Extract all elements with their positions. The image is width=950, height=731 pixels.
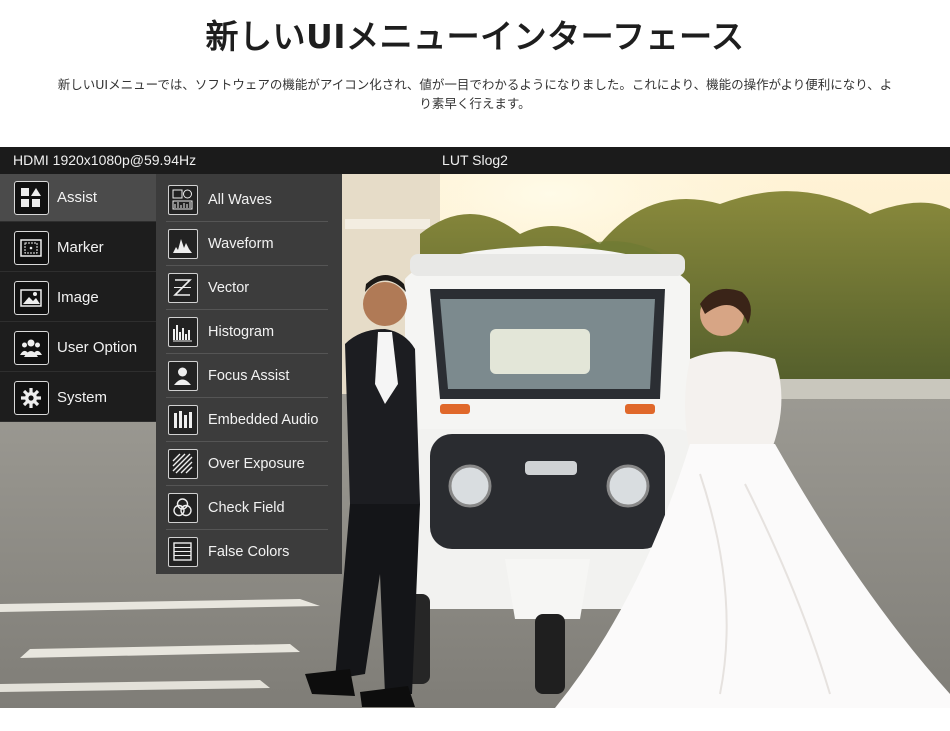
menu-item-label: Image	[57, 289, 99, 306]
focus-assist-icon	[168, 361, 198, 391]
menu-item-assist[interactable]: Assist	[0, 174, 156, 222]
false-colors-icon	[168, 537, 198, 567]
submenu-item-vector[interactable]: Vector	[156, 266, 342, 310]
menu-item-label: Marker	[57, 239, 104, 256]
submenu-item-false-colors[interactable]: False Colors	[156, 530, 342, 574]
submenu-item-all-waves[interactable]: All Waves	[156, 178, 342, 222]
monitor-screen: HDMI 1920x1080p@59.94Hz LUT Slog2 Assist…	[0, 147, 950, 708]
submenu-item-label: Focus Assist	[208, 368, 290, 384]
assist-submenu: All Waves Waveform Vector Histogram Focu…	[156, 174, 342, 574]
marker-icon	[14, 231, 49, 265]
submenu-item-label: Histogram	[208, 324, 275, 340]
submenu-item-label: Check Field	[208, 500, 285, 516]
lut-status: LUT Slog2	[442, 152, 508, 168]
description-line-2: り素早く行えます。	[419, 96, 531, 111]
main-menu: Assist Marker Image User Option System	[0, 174, 156, 422]
submenu-item-focus-assist[interactable]: Focus Assist	[156, 354, 342, 398]
menu-item-user-option[interactable]: User Option	[0, 324, 156, 372]
waveform-icon	[168, 229, 198, 259]
status-bar: HDMI 1920x1080p@59.94Hz LUT Slog2	[0, 147, 950, 174]
menu-item-system[interactable]: System	[0, 374, 156, 422]
histogram-icon	[168, 317, 198, 347]
page-title: 新しいUIメニューインターフェース	[205, 17, 745, 56]
menu-item-marker[interactable]: Marker	[0, 224, 156, 272]
submenu-item-label: Waveform	[208, 236, 274, 252]
submenu-item-embedded-audio[interactable]: Embedded Audio	[156, 398, 342, 442]
submenu-item-histogram[interactable]: Histogram	[156, 310, 342, 354]
assist-icon	[14, 181, 49, 215]
over-exposure-icon	[168, 449, 198, 479]
submenu-item-label: False Colors	[208, 544, 290, 560]
submenu-item-check-field[interactable]: Check Field	[156, 486, 342, 530]
page-description: 新しいUIメニューでは、ソフトウェアの機能がアイコン化され、値が一目でわかるよう…	[0, 75, 950, 113]
menu-item-label: Assist	[57, 189, 98, 206]
all-waves-icon	[168, 185, 198, 215]
submenu-item-label: All Waves	[208, 192, 272, 208]
submenu-item-label: Embedded Audio	[208, 412, 319, 428]
submenu-item-over-exposure[interactable]: Over Exposure	[156, 442, 342, 486]
submenu-item-label: Vector	[208, 280, 250, 296]
menu-item-label: System	[57, 389, 108, 406]
user-option-icon	[14, 331, 49, 365]
image-icon	[14, 281, 49, 315]
submenu-item-label: Over Exposure	[208, 456, 305, 472]
menu-item-image[interactable]: Image	[0, 274, 156, 322]
description-line-1: 新しいUIメニューでは、ソフトウェアの機能がアイコン化され、値が一目でわかるよう…	[57, 77, 893, 92]
menu-item-label: User Option	[57, 339, 138, 356]
vector-icon	[168, 273, 198, 303]
gear-icon	[14, 381, 49, 415]
embedded-audio-icon	[168, 405, 198, 435]
check-field-icon	[168, 493, 198, 523]
submenu-item-waveform[interactable]: Waveform	[156, 222, 342, 266]
